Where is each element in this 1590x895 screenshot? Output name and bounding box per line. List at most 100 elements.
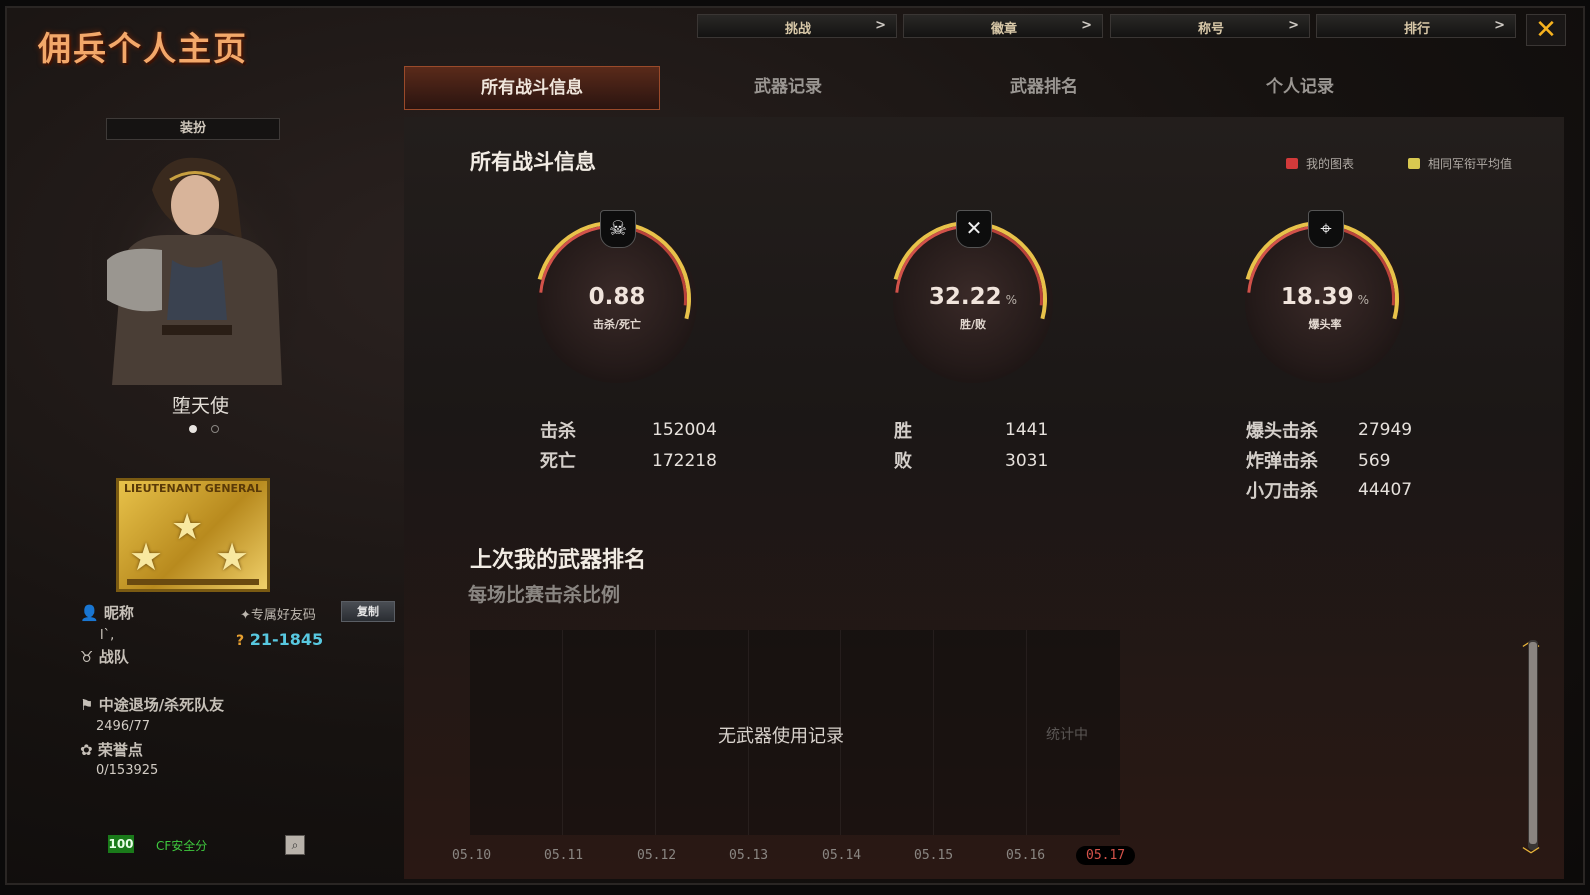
weapon-rank-title: 上次我的武器排名 <box>470 548 647 573</box>
headshot-kills-value: 27949 <box>1358 420 1413 440</box>
win-rate-value: 32.22% <box>928 284 1018 310</box>
quit-label: 中途退场/杀死队友 <box>98 696 225 714</box>
dress-up-button[interactable]: 装扮 <box>106 118 280 140</box>
clan-label: 战队 <box>98 648 129 666</box>
tag-icon: ✦ <box>240 608 251 623</box>
safety-score-label: CF安全分 <box>156 839 208 853</box>
title-button-label: 称号 <box>1197 22 1224 37</box>
ranking-button[interactable]: 排行 > <box>1316 14 1516 38</box>
legend-rank-average: 相同军衔平均值 <box>1408 155 1512 172</box>
section-title: 所有战斗信息 <box>470 150 596 174</box>
title-button[interactable]: 称号 > <box>1110 14 1310 38</box>
tab-bar: 所有战斗信息 武器记录 武器排名 个人记录 <box>404 66 1564 110</box>
counting-text: 统计中 <box>1046 727 1088 743</box>
safety-score-badge: 100 <box>108 835 134 853</box>
headshot-rate-label: 爆头率 <box>1308 318 1342 331</box>
tab-weapon-ranking[interactable]: 武器排名 <box>916 66 1172 110</box>
badge-button-label: 徽章 <box>990 22 1017 37</box>
knife-kills-value: 44407 <box>1358 480 1413 500</box>
grenade-kills-value: 569 <box>1358 451 1391 471</box>
challenge-button[interactable]: 挑战 > <box>697 14 897 38</box>
honor-row: ✿ 荣誉点 <box>80 739 143 760</box>
running-man-icon: ⚑ <box>80 696 94 714</box>
copy-button[interactable]: 复制 <box>341 601 395 622</box>
character-name: 堕天使 <box>172 395 230 417</box>
clan-icon: ♉ <box>80 648 94 666</box>
help-icon[interactable]: ? <box>236 633 244 649</box>
no-weapon-record-text: 无武器使用记录 <box>718 726 844 747</box>
close-button[interactable]: ✕ <box>1526 14 1566 46</box>
date-tick[interactable]: 05.13 <box>729 848 768 863</box>
nickname-row: 👤 昵称 <box>80 602 134 623</box>
date-tick[interactable]: 05.15 <box>914 848 953 863</box>
headshot-rate-value: 18.39% <box>1280 284 1370 310</box>
date-tick[interactable]: 05.16 <box>1006 848 1045 863</box>
date-tick[interactable]: 05.11 <box>544 848 583 863</box>
star-icon: ★ <box>215 535 250 579</box>
scrollbar[interactable] <box>1528 640 1538 850</box>
headshot-rate-gauge: ⌖ 18.39% 爆头率 <box>1214 192 1428 406</box>
kd-value: 0.88 <box>588 284 646 310</box>
challenge-button-label: 挑战 <box>784 22 811 37</box>
grenade-kills-label: 炸弹击杀 <box>1246 451 1318 472</box>
kills-value: 152004 <box>652 420 717 440</box>
character-avatar <box>92 150 307 385</box>
deaths-value: 172218 <box>652 451 717 471</box>
scroll-down-icon[interactable]: ﹀ <box>1522 842 1540 868</box>
badge-button[interactable]: 徽章 > <box>903 14 1103 38</box>
kd-label: 击杀/死亡 <box>592 318 642 331</box>
tab-weapon-records[interactable]: 武器记录 <box>660 66 916 110</box>
tab-all-battle-info[interactable]: 所有战斗信息 <box>404 66 660 110</box>
win-rate-label: 胜/败 <box>959 318 987 331</box>
honor-value: 0/153925 <box>96 763 159 778</box>
date-tick-selected[interactable]: 05.17 <box>1076 846 1136 865</box>
weapon-rank-subtitle: 每场比赛击杀比例 <box>468 584 621 606</box>
laurel-icon: ✿ <box>80 741 93 759</box>
legend-my-chart: 我的图表 <box>1286 155 1354 172</box>
chevron-right-icon: > <box>1288 18 1299 33</box>
clan-row: ♉ 战队 <box>80 646 129 667</box>
friend-code-row: ✦专属好友码 <box>240 604 316 623</box>
headshot-kills-label: 爆头击杀 <box>1246 421 1318 442</box>
carousel-dot-active[interactable] <box>189 425 197 433</box>
ranking-button-label: 排行 <box>1403 22 1430 37</box>
wins-label: 胜 <box>894 421 912 442</box>
skull-icon: ☠ <box>600 210 636 248</box>
deaths-label: 死亡 <box>540 451 576 472</box>
star-icon: ★ <box>129 535 164 579</box>
scrollbar-thumb[interactable] <box>1529 642 1537 844</box>
quit-value: 2496/77 <box>96 719 151 734</box>
legend-my-chart-label: 我的图表 <box>1306 157 1355 171</box>
crossed-guns-icon: ✕ <box>956 210 992 248</box>
rank-text: LIEUTENANT GENERAL <box>123 482 263 495</box>
window-title: 佣兵个人主页 <box>38 29 248 68</box>
wins-value: 1441 <box>1005 420 1049 440</box>
kd-gauge: ☠ 0.88 击杀/死亡 <box>506 192 720 406</box>
chevron-right-icon: > <box>1494 18 1505 33</box>
tab-personal-records[interactable]: 个人记录 <box>1172 66 1428 110</box>
chevron-right-icon: > <box>1081 18 1092 33</box>
nickname-value: l`, <box>100 628 115 643</box>
legend-swatch-icon <box>1408 158 1420 169</box>
losses-label: 败 <box>894 451 912 472</box>
star-icon: ★ <box>171 507 204 548</box>
person-icon: 👤 <box>80 604 99 622</box>
nickname-label: 昵称 <box>103 604 134 622</box>
date-tick[interactable]: 05.12 <box>637 848 676 863</box>
honor-label: 荣誉点 <box>97 741 143 759</box>
friend-code-value: ? 21-1845 <box>236 630 324 649</box>
kills-label: 击杀 <box>540 421 576 442</box>
rank-badge: LIEUTENANT GENERAL ★ ★ ★ <box>116 478 270 592</box>
date-tick[interactable]: 05.14 <box>822 848 861 863</box>
crosshair-icon: ⌖ <box>1308 210 1344 248</box>
legend-swatch-icon <box>1286 158 1298 169</box>
chevron-right-icon: > <box>875 18 886 33</box>
quit-row: ⚑ 中途退场/杀死队友 <box>80 694 224 715</box>
search-icon[interactable]: ⌕ <box>285 835 305 855</box>
carousel-dot[interactable] <box>211 425 219 433</box>
friend-code-label: 专属好友码 <box>250 608 316 623</box>
date-tick[interactable]: 05.10 <box>452 848 491 863</box>
win-rate-gauge: ✕ 32.22% 胜/败 <box>862 192 1076 406</box>
legend-rank-average-label: 相同军衔平均值 <box>1428 157 1513 171</box>
losses-value: 3031 <box>1005 451 1049 471</box>
